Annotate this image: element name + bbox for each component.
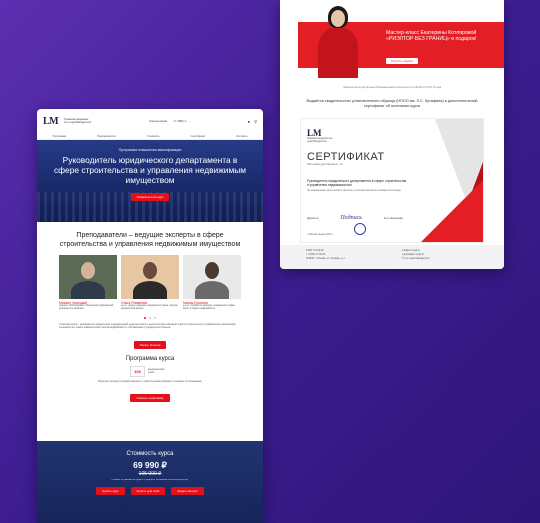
header-icons: ● ⚲ [248,119,257,124]
price-current: 69 990 ₽ [133,460,167,470]
certificate-date: г. Москва, выдан 2024 г. [307,233,334,236]
expert-card[interactable]: Мария Ерохина д.ю.н., профессор кафедры … [183,255,241,311]
footer-emails: info@lex-legal.ru support@lex-legal.ru ©… [402,249,478,265]
course-landing-page: LM Правовая академия Lex Legal Managemen… [37,109,263,523]
signature: Подпись [340,215,362,221]
signer-name: Е.А. Николаева [384,216,403,220]
price-title: Стоимость курса [126,451,174,457]
certificate-logo-subtitle: Правовая академия Lex Legal Management [307,138,333,143]
buy-course-button[interactable]: Купить курс [96,487,125,495]
nav-item-teachers[interactable]: Преподаватели [97,135,116,138]
page-footer: 8 800 775-00-26 +7 (495) 27-53-04 119048… [280,245,504,269]
header-links: Консультации +7 (495) 1.. ... [98,119,242,123]
signer-title: Директор [307,216,319,220]
certificate-page: Мастер-класс Екатерины Котляровой «РИЭЛТ… [280,0,504,269]
site-logo[interactable]: LM [43,116,59,127]
carousel-dot[interactable] [149,316,151,319]
download-program-button[interactable]: Скачать программу [130,393,170,402]
header-phone[interactable]: +7 (495) 1.. ... [173,119,191,123]
carousel-dot[interactable] [144,316,146,319]
experts-list: Михаил Хачецкий Адвокат, Арбитражный и Н… [37,253,263,311]
speaker-photo [314,0,362,80]
site-header: LM Правовая академия Lex Legal Managemen… [37,109,263,133]
expert-desc: Адвокат, Арбитражный и Налоговый управля… [59,305,114,310]
certificate-note: По направлению курса прошёл обучение и у… [307,189,401,192]
certificate-signature-row: Директор Подпись Е.А. Николаева [307,215,417,221]
carousel-dot[interactable] [154,316,156,319]
user-icon[interactable]: ● [248,119,250,124]
expert-photo [183,255,241,299]
enroll-button[interactable]: Записаться на курс [130,193,170,201]
certificate-intro: Выдаётся свидетельство установленного об… [306,99,478,108]
price-section: Стоимость курса 69 990 ₽ 105 000 ₽ Стоим… [37,441,263,523]
program-badge: 106 академических часов [37,362,263,377]
main-nav: Программа Преподаватели Стоимость Сертиф… [37,133,263,140]
price-note: Стоимость указана за одного слушателя. В… [111,479,189,481]
expert-card[interactable]: Михаил Хачецкий Адвокат, Арбитражный и Н… [59,255,117,311]
stamp-icon [354,223,366,235]
expert-photo [59,255,117,299]
banner-text: Мастер-класс Екатерины Котляровой «РИЭЛТ… [386,30,477,43]
certificate-subtitle: Настоящим удостоверяется, что [307,163,343,166]
hero-kicker: Программа повышения квалификации [118,148,182,152]
expert-desc: д.ю.н., профессор кафедры гражданского п… [183,305,236,310]
expert-photo [121,255,179,299]
gift-banner: Мастер-класс Екатерины Котляровой «РИЭЛТ… [280,0,504,78]
program-title: Программа курса [125,355,175,362]
get-gift-button[interactable]: Получить подарок [386,58,418,64]
footer-contacts: 8 800 775-00-26 +7 (495) 27-53-04 119048… [306,249,382,265]
hero-section: Программа повышения квалификации Руковод… [37,140,263,222]
nav-item-price[interactable]: Стоимость [147,135,160,138]
certificate-course: Руководитель юридического департамента в… [307,179,407,187]
search-icon[interactable]: ⚲ [254,119,257,124]
program-hours: 106 [130,365,145,377]
certificate-image: LM Правовая академия Lex Legal Managemen… [300,118,484,243]
footer-address: 119048, г. Москва, ул. Усачёва, д. 2 [306,257,345,260]
footer-copyright: © Lex Legal Management [402,257,430,260]
experts-title: Преподаватели – ведущие эксперты в сфере… [59,232,241,248]
ask-question-button[interactable]: Задать вопрос [171,487,204,495]
program-unit: академических часов [147,368,165,375]
certificate-logo: LM [307,128,322,138]
header-link[interactable]: Консультации [149,119,167,123]
carousel-dots [37,311,263,323]
certificate-heading: СЕРТИФИКАТ [307,151,385,163]
buy-for-self-button[interactable]: Купить для себя [130,487,166,495]
expert-desc: к.ю.н., доцент кафедры гражданского прав… [121,305,178,310]
nav-item-program[interactable]: Программа [52,135,66,138]
expert-card[interactable]: Ольга Романова к.ю.н., доцент кафедры гр… [121,255,179,311]
logo-subtitle: Правовая академия Lex Legal Management [64,117,92,124]
learn-more-button[interactable]: Узнать больше [133,340,167,349]
nav-item-contacts[interactable]: Контакты [236,135,247,138]
price-buttons: Купить курс Купить для себя Задать вопро… [37,482,263,495]
nav-item-certificate[interactable]: Сертификат [191,135,206,138]
hero-title: Руководитель юридического департамента в… [53,155,247,185]
